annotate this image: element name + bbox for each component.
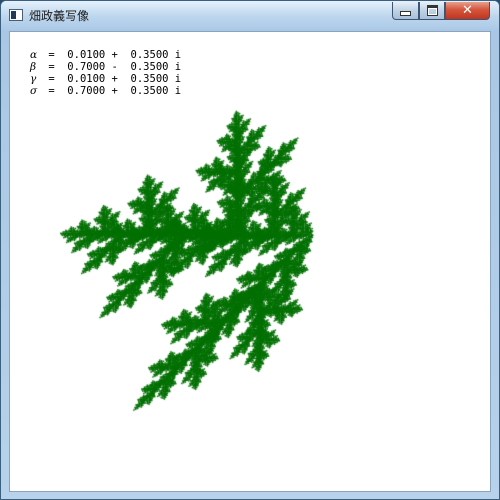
app-icon[interactable]: [9, 9, 23, 21]
param-unit: i: [168, 73, 182, 85]
param-unit: i: [168, 49, 182, 61]
alpha-imag: 0.3500: [130, 49, 169, 61]
param-sep: =: [42, 73, 68, 85]
beta-symbol: β: [30, 61, 37, 73]
drawing-canvas-area: α = 0.0100 + 0.3500 i β = 0.7000 - 0.350…: [9, 31, 491, 492]
gamma-symbol: γ: [30, 73, 37, 85]
param-row-alpha: α = 0.0100 + 0.3500 i: [30, 49, 181, 61]
gamma-imag: 0.3500: [130, 73, 169, 85]
app-window: 畑政義写像 ✕ α = 0.0100 + 0.3500 i β = 0.7000…: [0, 0, 500, 500]
param-sep: =: [42, 85, 68, 97]
sigma-symbol: σ: [30, 85, 38, 97]
param-row-beta: β = 0.7000 - 0.3500 i: [30, 61, 181, 73]
alpha-real: 0.0100: [67, 49, 106, 61]
sigma-imag: 0.3500: [130, 85, 169, 97]
beta-imag: 0.3500: [130, 61, 169, 73]
sigma-real: 0.7000: [67, 85, 106, 97]
param-sep: =: [42, 49, 68, 61]
maximize-icon: [426, 5, 438, 16]
gamma-real: 0.0100: [67, 73, 106, 85]
minimize-button[interactable]: [392, 2, 419, 20]
parameter-list: α = 0.0100 + 0.3500 i β = 0.7000 - 0.350…: [30, 49, 181, 97]
fractal-canvas: [10, 32, 490, 491]
param-op: +: [105, 49, 131, 61]
title-bar[interactable]: 畑政義写像 ✕: [1, 1, 499, 31]
param-row-sigma: σ = 0.7000 + 0.3500 i: [30, 85, 181, 97]
close-button[interactable]: ✕: [445, 2, 490, 20]
param-op: +: [105, 85, 131, 97]
close-icon: ✕: [462, 3, 473, 18]
param-op: +: [105, 73, 131, 85]
param-unit: i: [168, 61, 182, 73]
maximize-button[interactable]: [419, 2, 445, 20]
beta-real: 0.7000: [67, 61, 106, 73]
param-op: -: [105, 61, 131, 73]
window-title: 畑政義写像: [29, 9, 90, 23]
param-sep: =: [42, 61, 68, 73]
minimize-icon: [400, 11, 411, 16]
param-unit: i: [168, 85, 182, 97]
alpha-symbol: α: [30, 49, 38, 61]
param-row-gamma: γ = 0.0100 + 0.3500 i: [30, 73, 181, 85]
